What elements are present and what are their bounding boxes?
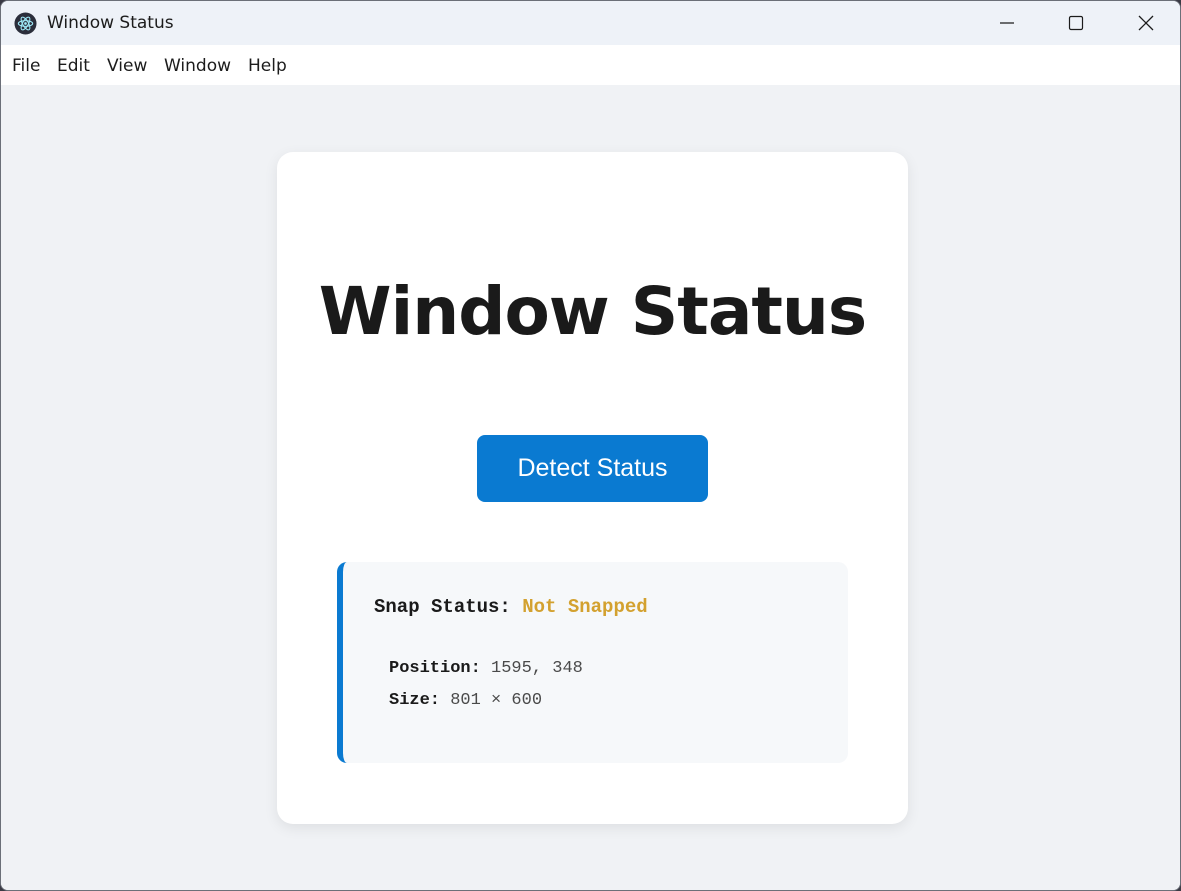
size-value: 801 × 600: [450, 691, 543, 710]
size-label: Size:: [389, 691, 441, 710]
menu-window[interactable]: Window: [164, 55, 231, 77]
snap-status-line: Snap Status: Not Snapped: [374, 596, 648, 618]
menu-edit[interactable]: Edit: [57, 55, 90, 77]
menu-file[interactable]: File: [12, 55, 40, 77]
position-line: Position: 1595, 348: [389, 659, 583, 678]
menu-view[interactable]: View: [107, 55, 147, 77]
detect-status-button[interactable]: Detect Status: [477, 435, 708, 502]
minimize-button[interactable]: [972, 1, 1042, 45]
close-icon: [1138, 15, 1154, 31]
menu-help[interactable]: Help: [248, 55, 287, 77]
snap-status-label: Snap Status:: [374, 596, 511, 618]
electron-app-icon: [14, 12, 37, 35]
status-output-panel: Snap Status: Not Snapped Position: 1595,…: [337, 562, 848, 763]
title-bar[interactable]: Window Status: [1, 1, 1180, 45]
main-content: Window Status Detect Status Snap Status:…: [1, 85, 1180, 890]
menu-bar: File Edit View Window Help: [1, 45, 1180, 85]
status-card: Window Status Detect Status Snap Status:…: [277, 152, 908, 824]
maximize-button[interactable]: [1041, 1, 1111, 45]
close-button[interactable]: [1111, 1, 1180, 45]
position-value: 1595, 348: [491, 659, 583, 678]
maximize-icon: [1068, 15, 1084, 31]
position-label: Position:: [389, 659, 481, 678]
app-window: Window Status File Edit View Window Help…: [0, 0, 1181, 891]
page-title: Window Status: [318, 273, 867, 350]
minimize-icon: [1000, 22, 1014, 24]
window-title: Window Status: [47, 13, 174, 33]
size-line: Size: 801 × 600: [389, 691, 542, 710]
snap-status-value: Not Snapped: [522, 596, 648, 618]
